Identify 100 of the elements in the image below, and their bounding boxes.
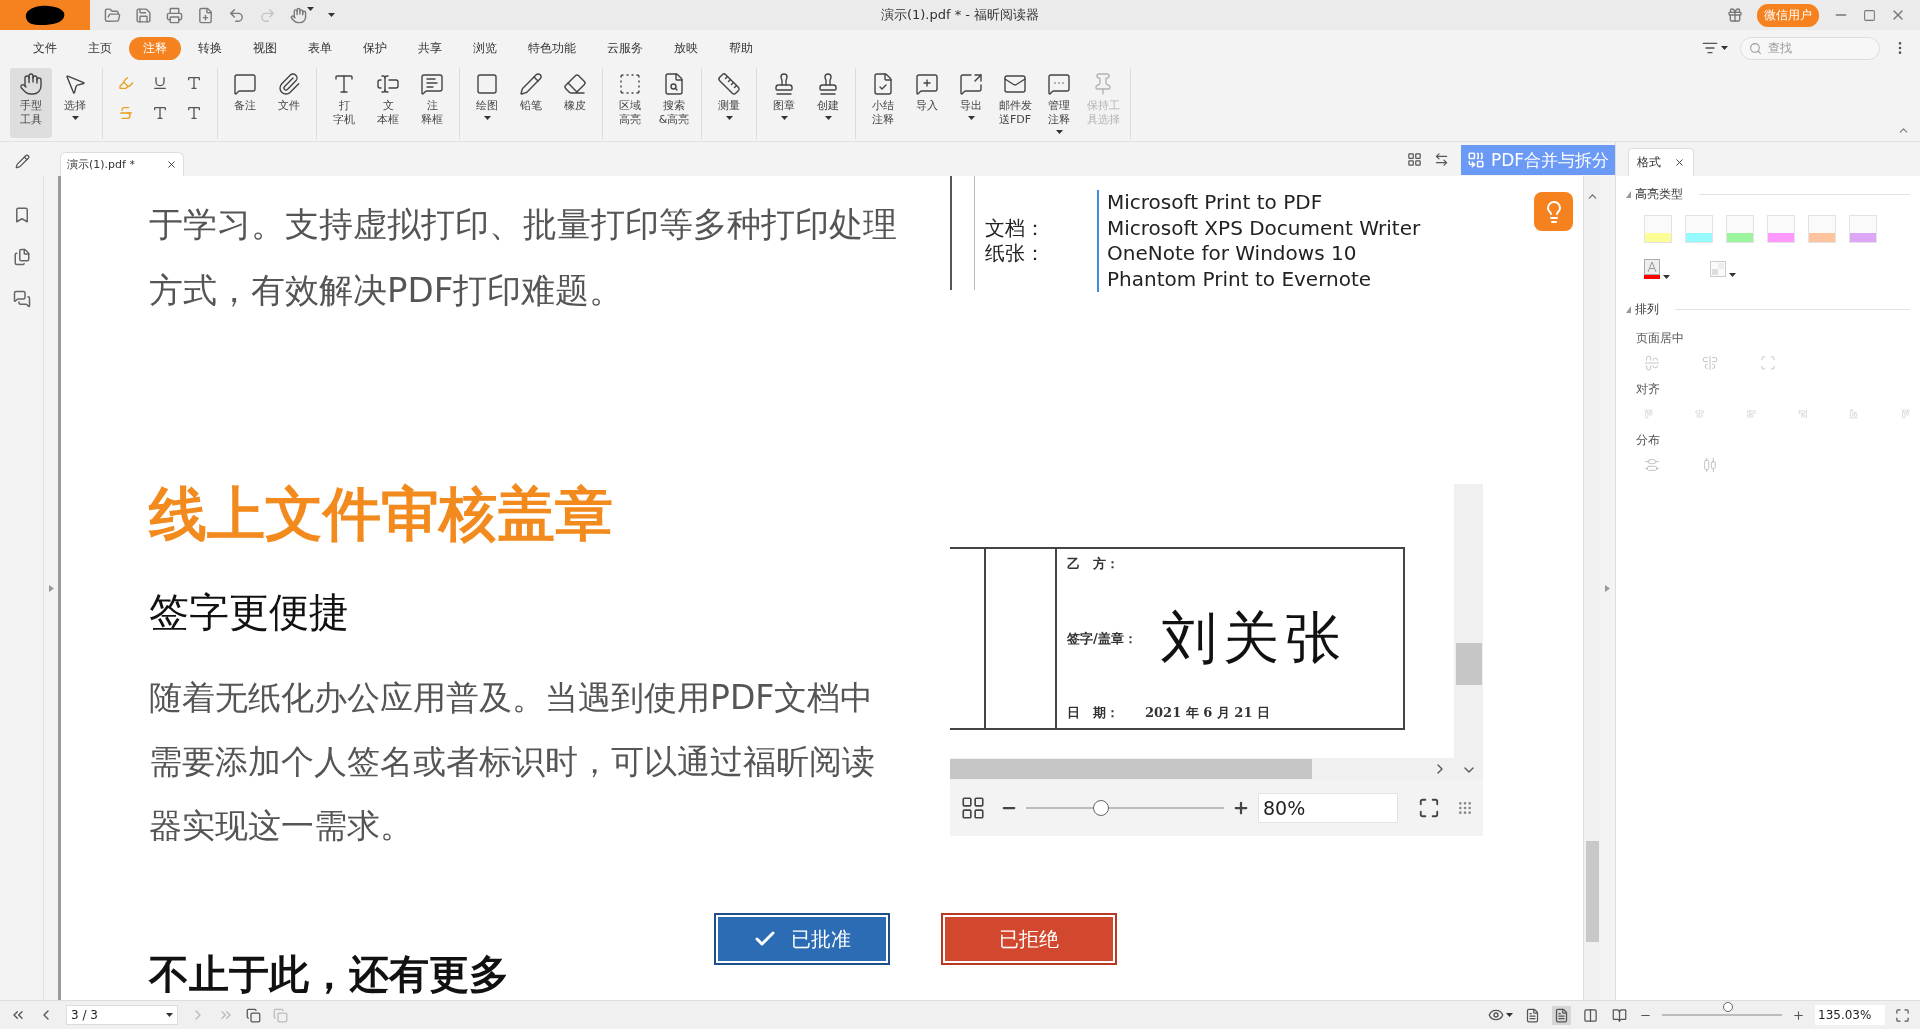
tool-button[interactable]: 邮件发 送FDF: [994, 68, 1036, 138]
menu-tab[interactable]: 云服务: [593, 36, 657, 60]
vertical-scrollbar[interactable]: [1583, 176, 1600, 1000]
slider-thumb[interactable]: [1093, 800, 1110, 816]
resize-grip-icon[interactable]: [1457, 800, 1473, 816]
tool-button[interactable]: 创建: [807, 68, 849, 138]
menu-tab[interactable]: 表单: [294, 36, 346, 60]
scroll-thumb[interactable]: [950, 759, 1312, 779]
tool-button[interactable]: 导出: [950, 68, 992, 138]
page-field[interactable]: 3 / 3: [66, 1005, 178, 1025]
type-icon[interactable]: [186, 105, 202, 121]
tool-button[interactable]: 文件: [268, 68, 310, 138]
comments-icon[interactable]: [12, 290, 31, 308]
tip-button[interactable]: [1534, 192, 1573, 231]
tool-button[interactable]: 打 字机: [323, 68, 365, 138]
tool-button[interactable]: 导入: [906, 68, 948, 138]
section-heading: 不止于此，还有更多: [149, 950, 510, 999]
menu-tab[interactable]: 共享: [404, 36, 456, 60]
copy-page-icon[interactable]: [246, 1007, 261, 1023]
approved-button[interactable]: 已批准: [714, 913, 890, 965]
type-icon[interactable]: [152, 105, 168, 121]
eraser-icon: [563, 72, 587, 96]
tool-button[interactable]: 备注: [224, 68, 266, 138]
zoom-in-icon[interactable]: [1232, 799, 1250, 817]
highlight-swatch[interactable]: [1644, 215, 1672, 243]
customize-icon[interactable]: [328, 13, 335, 17]
highlight-swatch[interactable]: [1726, 215, 1754, 243]
tool-button[interactable]: 小结 注释: [862, 68, 904, 138]
tool-button[interactable]: 区域 高亮: [609, 68, 651, 138]
eye-icon[interactable]: [1488, 1007, 1513, 1023]
zoom-field[interactable]: 80%: [1258, 793, 1398, 823]
tool-button[interactable]: 测量: [708, 68, 750, 138]
tool-button[interactable]: 图章: [763, 68, 805, 138]
dashed-square-icon: [618, 72, 642, 96]
hand-icon[interactable]: [290, 6, 314, 24]
page-swap-icon[interactable]: [1433, 151, 1449, 167]
save-icon[interactable]: [135, 6, 152, 24]
maximize-icon[interactable]: [1863, 8, 1876, 22]
pencil-icon[interactable]: [14, 154, 30, 169]
panel-tab[interactable]: 格式: [1628, 148, 1694, 176]
highlight-swatch[interactable]: [1685, 215, 1713, 243]
highlighter-icon[interactable]: [118, 75, 134, 91]
close-icon[interactable]: [166, 159, 177, 170]
fullscreen-icon[interactable]: [1418, 797, 1440, 819]
gift-icon[interactable]: [1727, 7, 1743, 23]
ruler-icon: [717, 72, 741, 96]
tool-button[interactable]: 选择: [54, 68, 96, 138]
undo-icon[interactable]: [228, 6, 245, 24]
rejected-button[interactable]: 已拒绝: [941, 913, 1117, 965]
collapse-arrow-icon[interactable]: [1605, 584, 1610, 592]
folder-icon[interactable]: [104, 6, 121, 24]
group-label: 页面居中: [1636, 330, 1685, 347]
underline-icon[interactable]: [152, 75, 168, 91]
menu-tab[interactable]: 视图: [239, 36, 291, 60]
view-mode-button[interactable]: [1552, 1005, 1571, 1025]
menu-tab[interactable]: 浏览: [459, 36, 511, 60]
menu-tab[interactable]: 转换: [184, 36, 236, 60]
menu-tab[interactable]: 特色功能: [514, 36, 590, 60]
text-box-icon: [376, 72, 400, 96]
search-options-icon[interactable]: [1702, 40, 1728, 56]
printer-icon[interactable]: [166, 6, 183, 24]
tool-button[interactable]: 管理 注释: [1038, 68, 1080, 138]
text-color-button[interactable]: [1644, 259, 1670, 279]
page-layout-icon[interactable]: [960, 795, 986, 821]
tool-button[interactable]: 搜索 &高亮: [653, 68, 695, 138]
date-label: 日 期：: [1067, 704, 1119, 722]
tool-button[interactable]: 注 释框: [411, 68, 453, 138]
tool-button[interactable]: 手型 工具: [10, 68, 52, 138]
slider-thumb[interactable]: [1723, 1002, 1733, 1012]
type-icon[interactable]: [186, 75, 202, 91]
menu-tab[interactable]: 保护: [349, 36, 401, 60]
tool-button[interactable]: 绘图: [466, 68, 508, 138]
document-tab[interactable]: 演示(1).pdf *: [60, 152, 184, 176]
menu-tab[interactable]: 主页: [74, 36, 126, 60]
zoom-field[interactable]: 135.03%: [1815, 1005, 1885, 1025]
scroll-thumb[interactable]: [1455, 643, 1482, 685]
pages-icon[interactable]: [12, 248, 31, 266]
field-label: 文档：: [984, 215, 1046, 241]
strikethrough-icon[interactable]: [118, 105, 134, 121]
tool-button[interactable]: 文 本框: [367, 68, 409, 138]
caret-icon: [307, 6, 314, 11]
fullscreen-icon[interactable]: [1895, 1007, 1910, 1023]
menu-tab[interactable]: 放映: [660, 36, 712, 60]
tool-button[interactable]: 铅笔: [510, 68, 552, 138]
highlight-swatch[interactable]: [1808, 215, 1836, 243]
collapse-arrow-icon[interactable]: [48, 584, 54, 592]
scroll-thumb[interactable]: [1585, 841, 1599, 942]
grid-view-icon[interactable]: [1406, 151, 1422, 167]
merge-icon: [1466, 151, 1485, 169]
menu-tab[interactable]: 帮助: [715, 36, 767, 60]
fill-color-button[interactable]: [1710, 261, 1736, 277]
new-file-icon[interactable]: [197, 6, 214, 24]
zoom-in-icon[interactable]: [1792, 1008, 1805, 1022]
highlight-swatch[interactable]: [1849, 215, 1877, 243]
tool-button[interactable]: 橡皮: [554, 68, 596, 138]
close-icon[interactable]: [1674, 157, 1685, 168]
horizontal-scrollbar[interactable]: [950, 758, 1454, 780]
menu-tab[interactable]: 文件: [19, 36, 71, 60]
highlight-swatch[interactable]: [1767, 215, 1795, 243]
hand-icon: [19, 72, 43, 96]
